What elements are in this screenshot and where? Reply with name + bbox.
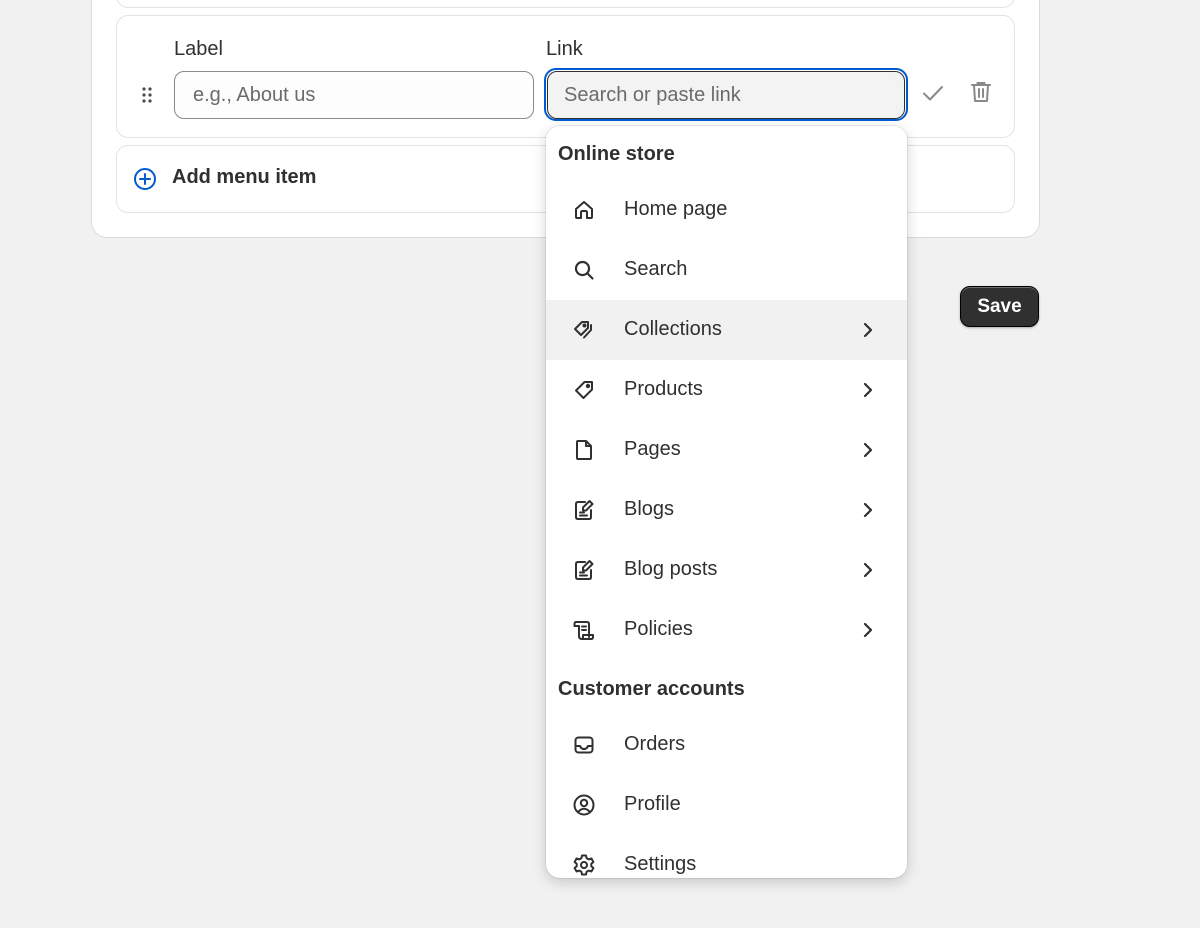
drag-handle-icon[interactable] xyxy=(141,86,153,104)
blog-post-icon xyxy=(572,558,596,582)
profile-icon xyxy=(572,793,596,817)
menu-option-blog-posts[interactable]: Blog posts xyxy=(546,540,907,600)
menu-option-blogs[interactable]: Blogs xyxy=(546,480,907,540)
search-icon xyxy=(572,258,596,282)
menu-option-profile[interactable]: Profile xyxy=(546,775,907,835)
label-field-label: Label xyxy=(174,38,223,60)
menu-option-products[interactable]: Products xyxy=(546,360,907,420)
confirm-check-icon[interactable] xyxy=(919,79,947,107)
link-field-label: Link xyxy=(546,38,583,60)
menu-option-policies[interactable]: Policies xyxy=(546,600,907,660)
menu-option-settings[interactable]: Settings xyxy=(546,835,907,878)
menu-option-orders[interactable]: Orders xyxy=(546,715,907,775)
link-search-input[interactable] xyxy=(547,71,905,119)
policy-scroll-icon xyxy=(572,618,596,642)
gear-icon xyxy=(572,853,596,877)
menu-option-search[interactable]: Search xyxy=(546,240,907,300)
chevron-right-icon xyxy=(858,320,878,340)
chevron-right-icon xyxy=(858,560,878,580)
menu-option-home-page[interactable]: Home page xyxy=(546,180,907,240)
home-icon xyxy=(572,198,596,222)
section-title-online-store: Online store xyxy=(558,143,675,165)
label-input[interactable] xyxy=(174,71,534,119)
chevron-right-icon xyxy=(858,620,878,640)
tags-icon xyxy=(572,318,596,342)
chevron-right-icon xyxy=(858,500,878,520)
save-button[interactable]: Save xyxy=(960,286,1039,327)
link-suggestions-dropdown: Online store Home page Search Collection… xyxy=(546,126,907,878)
tag-icon xyxy=(572,378,596,402)
section-title-customer-accounts: Customer accounts xyxy=(558,678,745,700)
page-icon xyxy=(572,438,596,462)
add-menu-item-label: Add menu item xyxy=(172,166,317,188)
chevron-right-icon xyxy=(858,380,878,400)
blog-icon xyxy=(572,498,596,522)
chevron-right-icon xyxy=(858,440,878,460)
menu-item-row-previous xyxy=(116,0,1015,8)
plus-circle-icon xyxy=(133,167,157,191)
menu-option-pages[interactable]: Pages xyxy=(546,420,907,480)
inbox-icon xyxy=(572,733,596,757)
menu-option-collections[interactable]: Collections xyxy=(546,300,907,360)
delete-trash-icon[interactable] xyxy=(967,78,995,106)
